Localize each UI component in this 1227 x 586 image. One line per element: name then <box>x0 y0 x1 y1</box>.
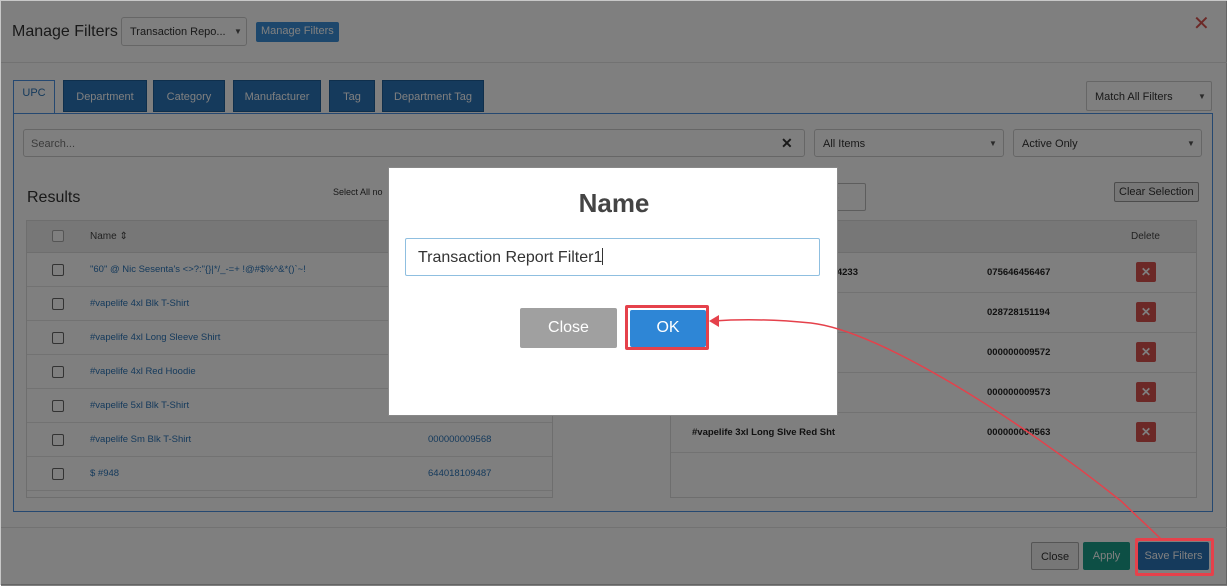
text-cursor <box>602 248 604 265</box>
save-highlight-box <box>1135 538 1214 576</box>
filter-name-value: Transaction Report Filter1 <box>418 249 603 266</box>
dialog-close-button[interactable]: Close <box>520 308 617 348</box>
manage-filters-window: Manage Filters Transaction Repo... ▼ Man… <box>0 0 1227 586</box>
filter-name-input[interactable]: Transaction Report Filter1 <box>405 238 820 276</box>
ok-highlight-box <box>625 305 709 350</box>
dialog-title: Name <box>578 188 650 218</box>
name-dialog: Name Transaction Report Filter1 Close OK <box>388 167 838 416</box>
